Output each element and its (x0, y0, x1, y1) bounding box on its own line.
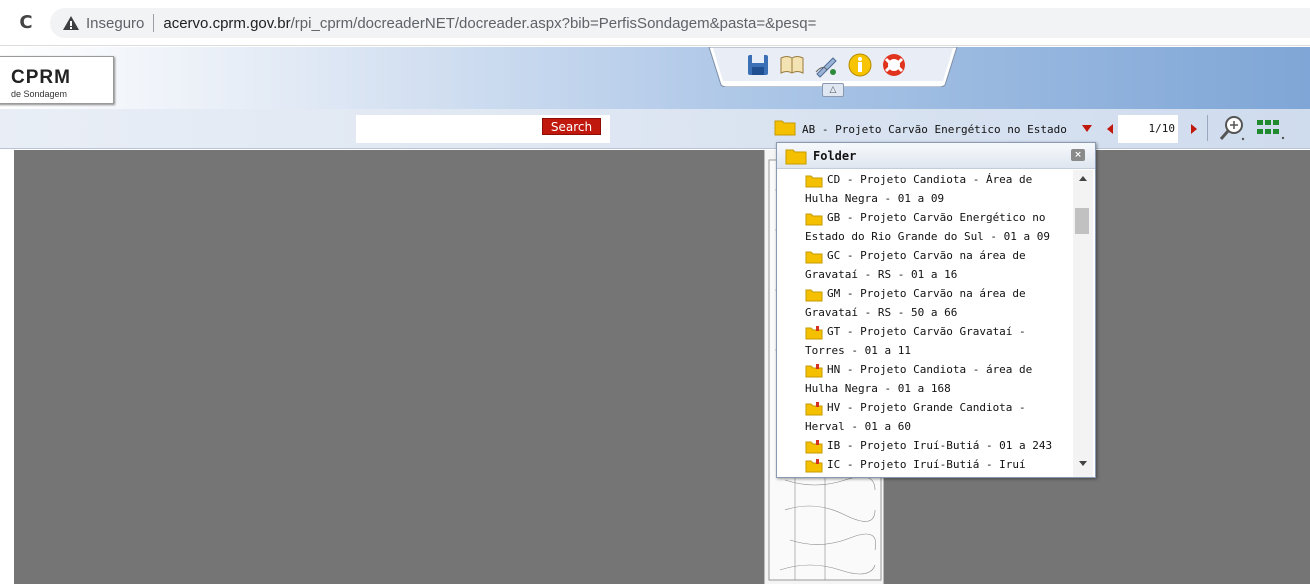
page-total: /10 (1155, 122, 1175, 135)
document-viewer[interactable] (14, 150, 1310, 584)
folder-list: CD - Projeto Candiota - Área de Hulha Ne… (777, 170, 1073, 477)
collapse-toolbar-button[interactable]: △ (822, 83, 844, 97)
folder-item[interactable]: IC - Projeto Iruí-Butiá - Iruí Central -… (777, 455, 1073, 477)
url-host: acervo.cprm.gov.br (163, 14, 291, 32)
folder-select[interactable]: AB - Projeto Carvão Energético no Estado… (774, 115, 1102, 143)
info-icon[interactable] (847, 52, 873, 78)
security-label[interactable]: Inseguro (86, 15, 144, 32)
folder-item-label: HN - Projeto Candiota - área de Hulha Ne… (805, 363, 1033, 395)
separator (153, 14, 155, 32)
folder-item-label: GT - Projeto Carvão Gravataí - Torres - … (805, 325, 1026, 357)
folder-icon (805, 250, 823, 270)
folder-selected-label: AB - Projeto Carvão Energético no Estado… (802, 122, 1073, 136)
folder-item-label: GB - Projeto Carvão Energético no Estado… (805, 211, 1051, 243)
folder-item[interactable]: IB - Projeto Iruí-Butiá - 01 a 243 (777, 436, 1073, 455)
edit-icon[interactable] (813, 52, 839, 78)
folder-item[interactable]: GB - Projeto Carvão Energético no Estado… (777, 208, 1073, 246)
folder-panel-title: Folder (813, 149, 857, 163)
page-indicator[interactable]: 1/10 (1118, 115, 1178, 143)
folder-item[interactable]: CD - Projeto Candiota - Área de Hulha Ne… (777, 170, 1073, 208)
folder-item-label: IB - Projeto Iruí-Butiá - 01 a 243 (827, 439, 1053, 452)
left-margin (0, 150, 14, 584)
thumbnails-icon[interactable] (1254, 113, 1286, 143)
folder-icon (805, 212, 823, 232)
dropdown-arrow-icon[interactable] (1082, 125, 1092, 132)
folder-item-label: GM - Projeto Carvão na área de Gravataí … (805, 287, 1026, 319)
folder-item-label: HV - Projeto Grande Candiota - Herval - … (805, 401, 1026, 433)
zoom-icon[interactable] (1218, 113, 1246, 143)
save-icon[interactable] (745, 52, 771, 78)
url-path: /rpi_cprm/docreaderNET/docreader.aspx?bi… (290, 14, 817, 32)
folder-dropdown-panel: Folder × CD - Projeto Candiota - Área de… (776, 142, 1096, 478)
reload-icon[interactable]: C (14, 11, 38, 35)
folder-item[interactable]: HV - Projeto Grande Candiota - Herval - … (777, 398, 1073, 436)
app-header: CPRM de Sondagem △ (0, 47, 1310, 109)
logo-text: CPRM (11, 67, 71, 88)
folder-item-label: GC - Projeto Carvão na área de Gravataí … (805, 249, 1026, 281)
folder-icon (805, 174, 823, 194)
folder-item-label: IC - Projeto Iruí-Butiá - Iruí Central -… (827, 458, 1026, 471)
next-page-icon[interactable] (1191, 124, 1197, 134)
help-icon[interactable] (881, 52, 907, 78)
folder-open-icon (805, 402, 823, 422)
previous-page-icon[interactable] (1107, 124, 1113, 134)
search-button[interactable]: Search (542, 118, 601, 135)
folder-open-icon (805, 459, 823, 477)
warning-icon[interactable] (62, 14, 80, 32)
browser-address-bar: C Inseguro acervo.cprm.gov.br/rpi_cprm/d… (0, 0, 1310, 46)
folder-icon (785, 147, 807, 169)
folder-item[interactable]: GC - Projeto Carvão na área de Gravataí … (777, 246, 1073, 284)
book-icon[interactable] (779, 52, 805, 78)
folder-panel-header: Folder × (777, 143, 1095, 169)
folder-open-icon (805, 364, 823, 384)
folder-icon (774, 118, 796, 140)
close-icon[interactable]: × (1071, 149, 1085, 161)
folder-item[interactable]: HN - Projeto Candiota - área de Hulha Ne… (777, 360, 1073, 398)
logo-subtitle: de Sondagem (11, 89, 68, 99)
logo: CPRM de Sondagem (0, 56, 114, 104)
scroll-down-icon[interactable] (1079, 461, 1087, 466)
url-text[interactable]: acervo.cprm.gov.br/rpi_cprm/docreaderNET… (163, 15, 816, 32)
folder-item[interactable]: GT - Projeto Carvão Gravataí - Torres - … (777, 322, 1073, 360)
folder-item[interactable]: GM - Projeto Carvão na área de Gravataí … (777, 284, 1073, 322)
divider (1207, 115, 1208, 141)
scroll-up-icon[interactable] (1079, 176, 1087, 181)
navigation-bar: Search AB - Projeto Carvão Energético no… (0, 109, 1310, 149)
scroll-thumb[interactable] (1075, 208, 1089, 234)
omnibox[interactable]: Inseguro acervo.cprm.gov.br/rpi_cprm/doc… (50, 8, 1310, 38)
folder-list-scrollbar[interactable] (1073, 170, 1093, 477)
folder-open-icon (805, 326, 823, 346)
folder-item-label: CD - Projeto Candiota - Área de Hulha Ne… (805, 173, 1033, 205)
toolbar (707, 47, 959, 87)
folder-icon (805, 288, 823, 308)
